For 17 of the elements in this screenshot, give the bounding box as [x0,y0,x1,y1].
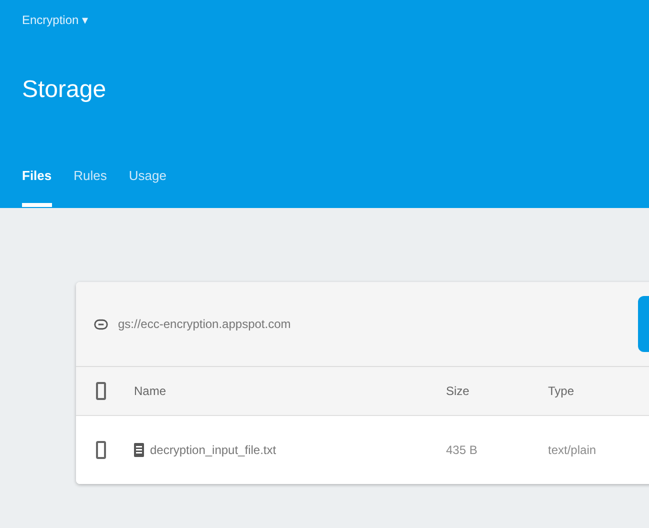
tab[interactable]: Rules [74,160,107,207]
file-name[interactable]: decryption_input_file.txt [150,443,276,457]
column-header[interactable]: Type [548,384,628,398]
table-cell-text: 435 B [446,443,478,457]
column-header[interactable]: Size [446,384,548,398]
page-title: Storage [22,76,108,105]
checkbox[interactable] [96,441,106,459]
project-selector[interactable]: Encryption ▾ [22,13,88,27]
table-row[interactable]: decryption_input_file.txt 435 B text/plain [76,416,649,484]
bucket-path: gs://ecc-encryption.appspot.com [118,317,291,331]
tab[interactable]: Files [22,160,52,207]
file-icon [134,443,144,457]
table-cell-text: text/plain [548,443,598,457]
tab[interactable]: Usage [128,160,166,207]
checkbox[interactable] [96,382,106,400]
column-header[interactable]: Name [134,384,446,398]
link-icon [94,318,108,330]
